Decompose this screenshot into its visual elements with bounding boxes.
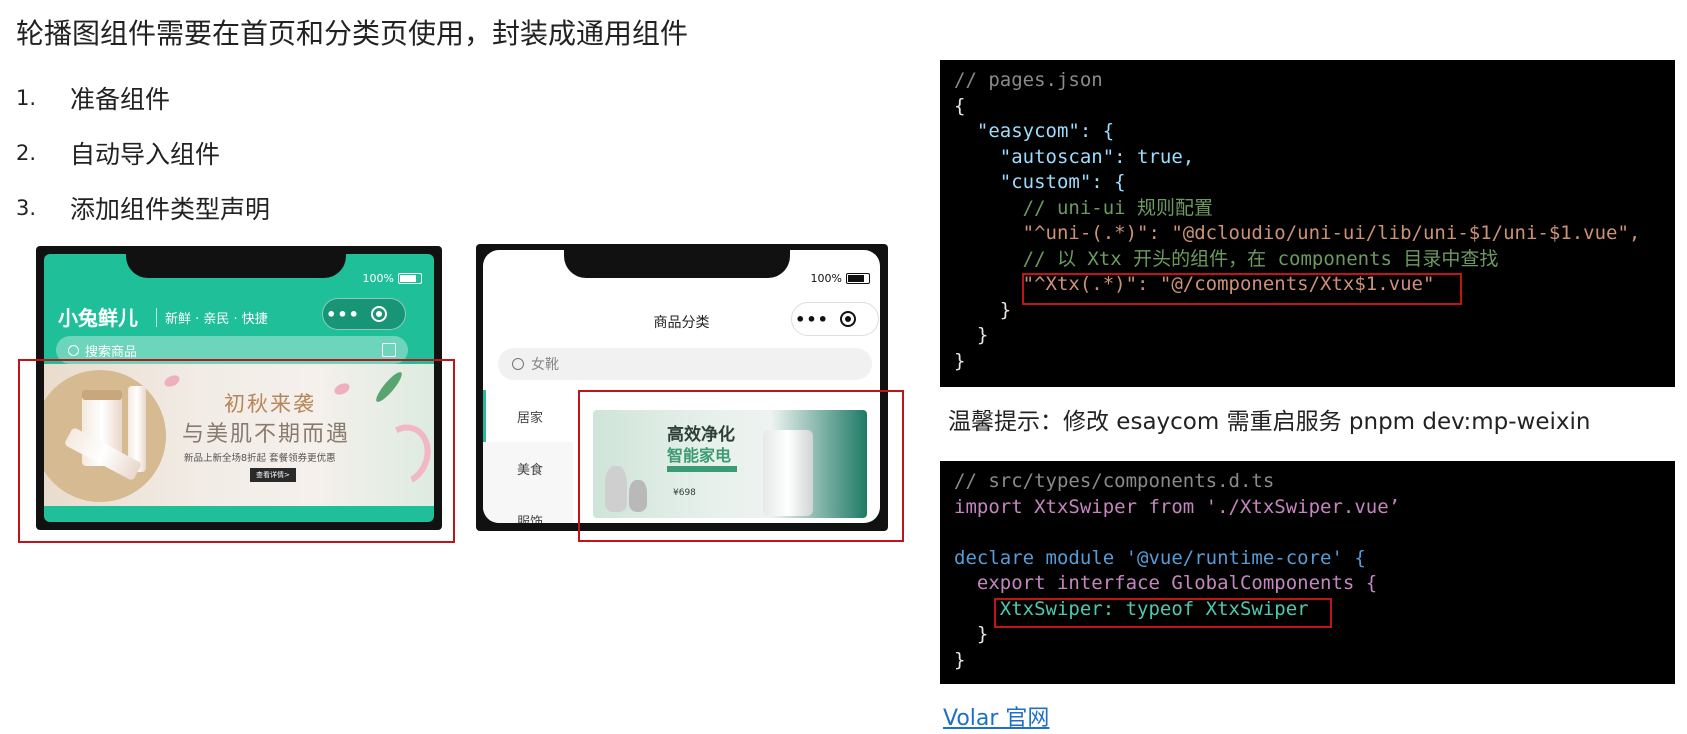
tip-text: 温馨提示：修改 esaycom 需重启服务 pnpm dev:mp-weixin bbox=[948, 409, 1591, 435]
brand-logo: 小兔鲜儿 bbox=[58, 306, 138, 330]
step-number: 1. bbox=[16, 85, 37, 110]
battery-icon bbox=[846, 273, 870, 284]
highlight-box-global-component bbox=[994, 598, 1332, 628]
close-target-icon[interactable] bbox=[371, 306, 387, 322]
battery-text: 100% bbox=[810, 272, 842, 285]
search-bar[interactable]: 女靴 bbox=[498, 348, 872, 380]
step-text: 准备组件 bbox=[70, 84, 171, 114]
battery-icon bbox=[398, 273, 422, 284]
sidebar-item[interactable]: 美食 bbox=[483, 442, 573, 494]
search-placeholder: 搜索商品 bbox=[85, 344, 138, 360]
volar-website-link[interactable]: Volar 官网 bbox=[943, 700, 1049, 732]
sidebar-item[interactable]: 居家 bbox=[483, 390, 573, 442]
step-item: 1. 准备组件 bbox=[16, 70, 270, 125]
search-icon bbox=[512, 358, 524, 370]
code-block-pages-json: // pages.json { "easycom": { "autoscan": … bbox=[940, 60, 1675, 387]
search-icon bbox=[68, 344, 79, 356]
code-line: export interface GlobalComponents { bbox=[954, 572, 1378, 594]
highlight-box-xtx-rule bbox=[1022, 273, 1462, 305]
steps-list: 1. 准备组件 2. 自动导入组件 3. 添加组件类型声明 bbox=[16, 70, 270, 235]
code-line: } bbox=[954, 324, 989, 346]
step-number: 2. bbox=[16, 140, 37, 165]
more-icon[interactable]: ••• bbox=[792, 310, 832, 329]
phone-notch bbox=[564, 244, 790, 278]
code-line: // uni-ui 规则配置 bbox=[954, 196, 1214, 219]
battery-status: 100% bbox=[811, 272, 870, 285]
battery-status: 100% bbox=[363, 272, 422, 285]
code-line: // 以 Xtx 开头的组件，在 components 目录中查找 bbox=[954, 247, 1499, 270]
sidebar-item[interactable]: 服饰 bbox=[483, 494, 573, 524]
step-text: 自动导入组件 bbox=[70, 139, 221, 169]
search-placeholder: 女靴 bbox=[531, 357, 559, 373]
phone-notch bbox=[126, 246, 346, 278]
code-line: } bbox=[954, 648, 966, 671]
brand-slogan: 新鲜 · 亲民 · 快捷 bbox=[156, 308, 268, 327]
code-line: // src/types/components.d.ts bbox=[954, 470, 1275, 492]
code-line: declare module '@vue/runtime-core' { bbox=[954, 546, 1366, 569]
code-line: // pages.json bbox=[954, 69, 1103, 91]
code-line: } bbox=[954, 349, 966, 372]
mini-program-capsule[interactable]: ••• bbox=[791, 302, 879, 336]
scan-icon[interactable] bbox=[382, 343, 396, 357]
step-item: 3. 添加组件类型声明 bbox=[16, 180, 270, 235]
code-line: { bbox=[954, 94, 966, 117]
code-line: "easycom": { bbox=[954, 120, 1115, 142]
step-number: 3. bbox=[16, 195, 37, 220]
code-line: import XtxSwiper from './XtxSwiper.vue’ bbox=[954, 495, 1401, 518]
close-target-icon[interactable] bbox=[840, 311, 856, 327]
page-title: 轮播图组件需要在首页和分类页使用，封装成通用组件 bbox=[16, 17, 689, 50]
code-line: "autoscan": true, bbox=[954, 145, 1195, 168]
mini-program-capsule[interactable]: ••• bbox=[322, 298, 406, 330]
battery-text: 100% bbox=[362, 272, 394, 285]
code-line: "^uni-(.*)": "@dcloudio/uni-ui/lib/uni-$… bbox=[954, 222, 1641, 244]
step-item: 2. 自动导入组件 bbox=[16, 125, 270, 180]
more-icon[interactable]: ••• bbox=[323, 305, 363, 324]
highlight-box-category-swiper bbox=[578, 390, 904, 542]
highlight-box-home-swiper bbox=[18, 359, 455, 543]
code-block-components-d-ts: // src/types/components.d.ts import XtxSw… bbox=[940, 461, 1675, 684]
category-sidebar: 居家 美食 服饰 bbox=[483, 390, 573, 523]
step-text: 添加组件类型声明 bbox=[70, 194, 271, 224]
code-line: "custom": { bbox=[954, 171, 1126, 193]
